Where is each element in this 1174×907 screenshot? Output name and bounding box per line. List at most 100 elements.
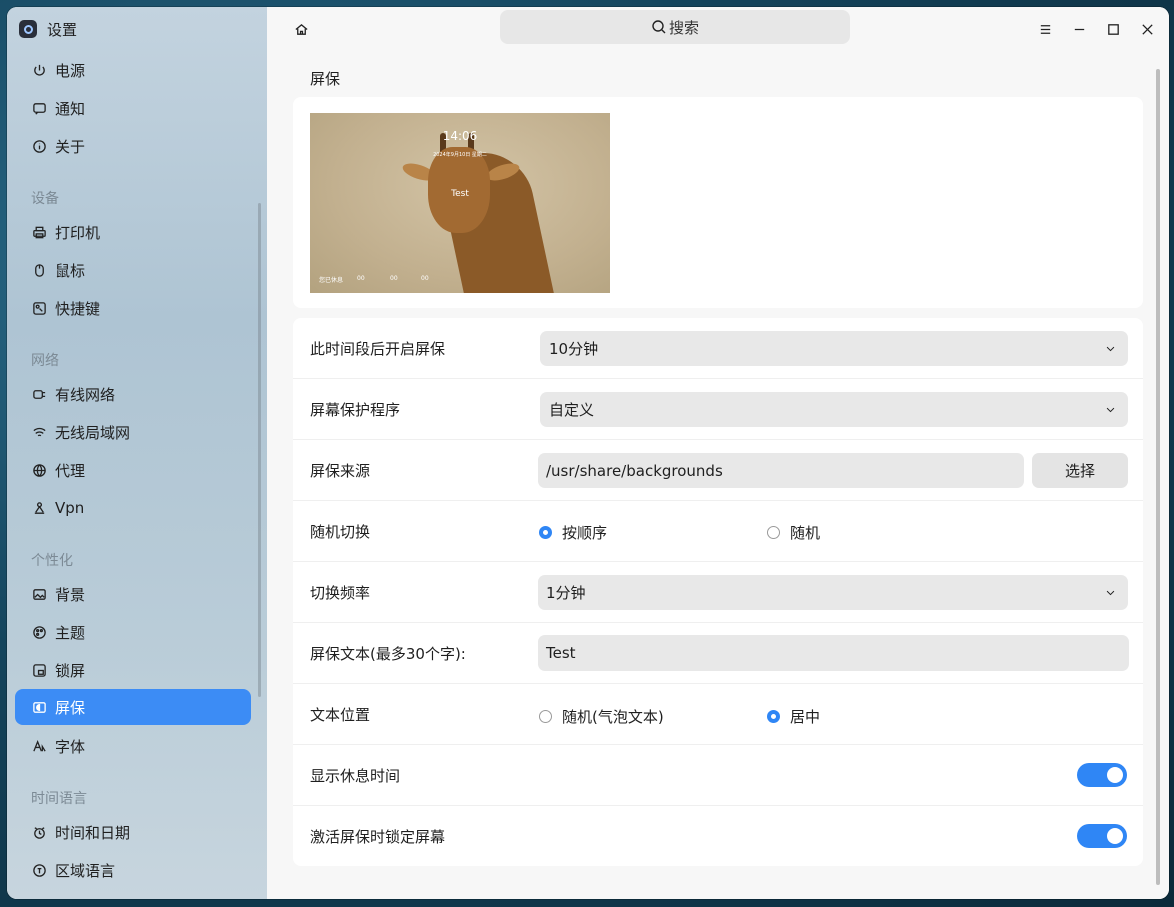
screensaver-icon bbox=[31, 699, 47, 715]
lock-label: 激活屏保时锁定屏幕 bbox=[310, 827, 446, 846]
home-button[interactable] bbox=[291, 19, 311, 39]
proxy-icon bbox=[31, 462, 47, 478]
row-show-rest-time: 显示休息时间 bbox=[293, 745, 1143, 806]
sidebar-item-notification[interactable]: 通知 bbox=[15, 90, 251, 126]
sidebar-item-label: 打印机 bbox=[55, 223, 101, 242]
text-input[interactable]: Test bbox=[538, 635, 1129, 671]
chevron-down-icon bbox=[1106, 407, 1115, 413]
radio-random[interactable]: 随机 bbox=[767, 522, 820, 543]
sidebar-item-printer[interactable]: 打印机 bbox=[15, 214, 251, 250]
titlebar: 搜索 bbox=[267, 7, 1169, 51]
sidebar-item-label: Vpn bbox=[55, 499, 85, 517]
settings-window: 设置 电源 通知 关于 设备 打印机 鼠标 快捷键 网络 有线网络 无线局域网 … bbox=[7, 7, 1169, 899]
choose-button[interactable]: 选择 bbox=[1032, 453, 1128, 488]
sidebar-item-wifi[interactable]: 无线局域网 bbox=[15, 414, 251, 450]
program-select[interactable]: 自定义 bbox=[540, 392, 1128, 427]
sidebar-item-font[interactable]: 字体 bbox=[15, 728, 251, 764]
page-title: 屏保 bbox=[310, 70, 341, 88]
lock-toggle[interactable] bbox=[1077, 824, 1127, 848]
idle-time-value: 10分钟 bbox=[549, 340, 599, 358]
sidebar-item-lockscreen[interactable]: 锁屏 bbox=[15, 652, 251, 688]
minimize-icon bbox=[1074, 28, 1084, 30]
program-label: 屏幕保护程序 bbox=[310, 400, 401, 419]
sidebar-item-vpn[interactable]: Vpn bbox=[15, 490, 251, 526]
sidebar-item-label: 字体 bbox=[55, 737, 86, 756]
sidebar-item-label: 有线网络 bbox=[55, 385, 116, 404]
maximize-button[interactable] bbox=[1103, 19, 1123, 39]
radio-indicator-checked bbox=[767, 710, 780, 723]
switch-order-label: 随机切换 bbox=[310, 522, 371, 541]
row-source: 屏保来源 /usr/share/backgrounds 选择 bbox=[293, 440, 1143, 501]
sidebar-item-shortcuts[interactable]: 快捷键 bbox=[15, 290, 251, 326]
close-icon bbox=[1141, 23, 1153, 35]
radio-label: 按顺序 bbox=[562, 524, 608, 542]
vpn-icon bbox=[31, 500, 47, 516]
sidebar-item-mouse[interactable]: 鼠标 bbox=[15, 252, 251, 288]
group-label-time-language: 时间语言 bbox=[31, 791, 87, 807]
sidebar-item-theme[interactable]: 主题 bbox=[15, 614, 251, 650]
region-language-icon bbox=[31, 862, 47, 878]
app-name: 设置 bbox=[47, 20, 78, 39]
group-label-devices: 设备 bbox=[31, 191, 59, 207]
clock-icon bbox=[31, 824, 47, 840]
chevron-down-icon bbox=[1106, 346, 1115, 352]
sidebar-item-label: 时间和日期 bbox=[55, 823, 131, 842]
printer-icon bbox=[31, 224, 47, 240]
sidebar-item-screensaver[interactable]: 屏保 bbox=[15, 689, 251, 725]
source-path-field[interactable]: /usr/share/backgrounds bbox=[538, 453, 1024, 488]
row-switch-frequency: 切换频率 1分钟 bbox=[293, 562, 1143, 623]
preview-time: 14:06 bbox=[442, 129, 478, 143]
sidebar-scrollbar[interactable] bbox=[258, 203, 261, 697]
menu-button[interactable] bbox=[1035, 19, 1055, 39]
row-screensaver-text: 屏保文本(最多30个字): Test bbox=[293, 623, 1143, 684]
sidebar-item-label: 电源 bbox=[55, 61, 86, 80]
wired-network-icon bbox=[31, 386, 47, 402]
sidebar-item-label: 通知 bbox=[55, 99, 86, 118]
row-lock-screen: 激活屏保时锁定屏幕 bbox=[293, 806, 1143, 866]
sidebar-item-label: 关于 bbox=[55, 137, 86, 156]
preview-card: 14:06 2024年9月10日 星期二 Test 您已休息 00 00 00 bbox=[293, 97, 1143, 308]
main-content: 搜索 屏保 14:06 2024年9月10日 星期二 Test 您已休息 00 … bbox=[267, 7, 1169, 899]
radio-indicator-unchecked bbox=[539, 710, 552, 723]
radio-label: 居中 bbox=[790, 708, 821, 726]
sidebar-item-wired[interactable]: 有线网络 bbox=[15, 376, 251, 412]
maximize-icon bbox=[1107, 23, 1119, 35]
sidebar-item-background[interactable]: 背景 bbox=[15, 576, 251, 612]
home-icon bbox=[294, 23, 308, 35]
radio-label: 随机(气泡文本) bbox=[562, 708, 664, 726]
radio-center[interactable]: 居中 bbox=[767, 706, 820, 727]
sidebar-item-power[interactable]: 电源 bbox=[15, 52, 251, 88]
main-scrollbar[interactable] bbox=[1156, 69, 1160, 885]
notification-icon bbox=[31, 100, 47, 116]
preview-rest-minutes: 00 bbox=[390, 275, 398, 282]
sidebar-item-about[interactable]: 关于 bbox=[15, 128, 251, 164]
idle-time-select[interactable]: 10分钟 bbox=[540, 331, 1128, 366]
preview-date: 2024年9月10日 星期二 bbox=[433, 152, 487, 158]
settings-app-icon bbox=[19, 20, 37, 38]
theme-icon bbox=[31, 624, 47, 640]
close-button[interactable] bbox=[1137, 19, 1157, 39]
mouse-icon bbox=[31, 262, 47, 278]
show-rest-toggle[interactable] bbox=[1077, 763, 1127, 787]
search-placeholder: 搜索 bbox=[668, 18, 699, 37]
radio-random-bubble[interactable]: 随机(气泡文本) bbox=[539, 706, 664, 727]
minimize-button[interactable] bbox=[1069, 19, 1089, 39]
frequency-select[interactable]: 1分钟 bbox=[538, 575, 1128, 610]
sidebar-item-datetime[interactable]: 时间和日期 bbox=[15, 814, 251, 850]
radio-sequential[interactable]: 按顺序 bbox=[539, 522, 607, 543]
sidebar-item-region-language[interactable]: 区域语言 bbox=[15, 852, 251, 888]
sidebar-item-proxy[interactable]: 代理 bbox=[15, 452, 251, 488]
radio-label: 随机 bbox=[790, 524, 821, 542]
preview-rest-seconds: 00 bbox=[421, 275, 429, 282]
text-input-value: Test bbox=[546, 644, 576, 662]
sidebar-item-label: 无线局域网 bbox=[55, 423, 131, 442]
row-text-position: 文本位置 随机(气泡文本) 居中 bbox=[293, 684, 1143, 745]
sidebar-item-label: 区域语言 bbox=[55, 861, 116, 880]
search-box[interactable]: 搜索 bbox=[500, 10, 850, 44]
group-label-personalization: 个性化 bbox=[31, 553, 73, 569]
radio-indicator-checked bbox=[539, 526, 552, 539]
row-screensaver-program: 屏幕保护程序 自定义 bbox=[293, 379, 1143, 440]
show-rest-label: 显示休息时间 bbox=[310, 766, 401, 785]
screensaver-preview-image: 14:06 2024年9月10日 星期二 Test 您已休息 00 00 00 bbox=[310, 113, 610, 293]
frequency-value: 1分钟 bbox=[546, 584, 586, 602]
